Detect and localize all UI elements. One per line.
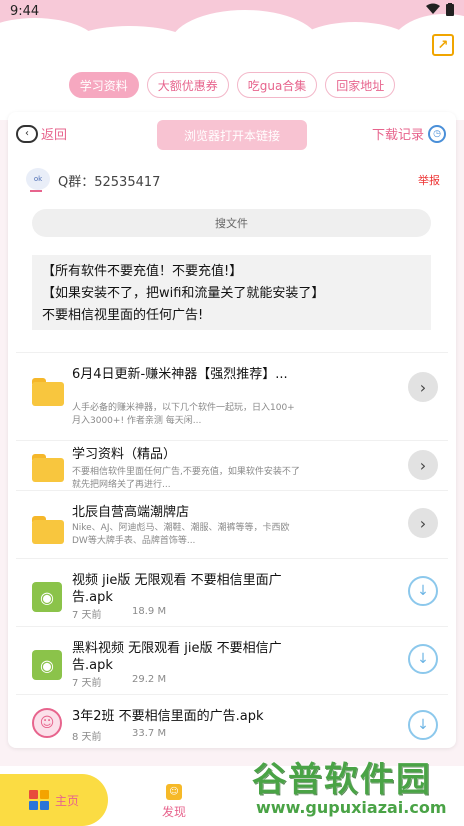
item-date: 7 天前 (72, 678, 102, 689)
back-button[interactable]: ‹ 返回 (16, 124, 67, 143)
divider (16, 694, 448, 695)
divider (16, 558, 448, 559)
battery-icon (446, 2, 454, 20)
item-size: 29.2 M (132, 674, 167, 685)
item-description: 不要相信软件里面任何广告,不要充值，如果软件安装不了就先把网络关了再进行... (72, 467, 300, 490)
open-folder-button[interactable]: › (408, 372, 438, 402)
avatar: ok (26, 168, 50, 190)
folder-icon (32, 378, 64, 406)
home-grid-icon (28, 790, 49, 810)
group-info-row: ok Q群：52535417 举报 (8, 166, 456, 192)
android-icon: ◉ (32, 650, 62, 680)
item-description: Nike、AJ、阿迪彪马、潮鞋、潮服、潮裤等等，卡西欧DW等大牌手表、品牌首饰等… (72, 523, 290, 546)
back-label: 返回 (41, 128, 68, 143)
list-item[interactable]: 学习资料（精品） 不要相信软件里面任何广告,不要充值，如果软件安装不了就先把网络… (8, 430, 456, 498)
nav-discover-label: 发现 (161, 805, 186, 819)
item-title: 北辰自营高端潮牌店 (72, 505, 190, 520)
report-button[interactable]: 举报 (418, 172, 440, 188)
notice-box: 【所有软件不要充值！不要充值!】 【如果安装不了，把wifi和流量关了就能安装了… (32, 255, 431, 330)
watermark-logo: 谷普软件园 www.gupuxiazai.com (252, 752, 460, 820)
download-button[interactable]: ↓ (408, 710, 438, 740)
list-item[interactable]: ☺ 3年2班 不要相信里面的广告.apk 8 天前 33.7 M ↓ (8, 702, 456, 748)
download-history-button[interactable]: 下载记录 ◷ (372, 124, 446, 143)
tab-home-address[interactable]: 回家地址 (325, 72, 396, 98)
avatar-underline (30, 190, 42, 192)
item-date: 7 天前 (72, 610, 102, 621)
open-folder-button[interactable]: › (408, 450, 438, 480)
divider (16, 490, 448, 491)
item-size: 33.7 M (132, 728, 167, 739)
item-title: 6月4日更新-赚米神器【强烈推荐】... (72, 367, 288, 382)
tab-coupons[interactable]: 大额优惠券 (146, 72, 229, 98)
back-arrow-icon: ‹ (16, 124, 38, 143)
download-button[interactable]: ↓ (408, 644, 438, 674)
file-list-card: ‹ 返回 浏览器打开本链接 下载记录 ◷ ok Q群：52535417 举报 搜… (8, 112, 456, 748)
status-bar: 9:44 (0, 0, 464, 22)
folder-icon (32, 516, 64, 544)
download-button[interactable]: ↓ (408, 576, 438, 606)
app-logo-icon: ☺ (32, 708, 62, 738)
open-in-browser-button[interactable]: 浏览器打开本链接 (157, 120, 307, 150)
clock-icon: ◷ (428, 124, 446, 143)
share-icon[interactable]: ↗ (432, 34, 454, 56)
android-icon: ◉ (32, 582, 62, 612)
item-title: 学习资料（精品） (72, 447, 177, 462)
tab-study-materials[interactable]: 学习资料 (68, 72, 139, 98)
watermark-title: 谷普软件园 (252, 760, 432, 800)
item-title: 3年2班 不要相信里面的广告.apk (72, 709, 264, 724)
item-title: 黑料视频 无限观看 jie版 不要相信广告.apk (72, 641, 282, 673)
folder-icon (32, 454, 64, 482)
discover-icon: ☺ (166, 784, 182, 800)
nav-home[interactable]: 主页 (0, 774, 108, 826)
qq-group-label: Q群：52535417 (58, 175, 161, 190)
open-folder-button[interactable]: › (408, 508, 438, 538)
search-input[interactable]: 搜文件 (32, 209, 431, 237)
item-description: 人手必备的赚米神器，以下几个软件一起玩，日入100+ 月入3000+! 作者亲测… (72, 403, 295, 426)
notice-line: 【所有软件不要充值！不要充值!】 (42, 264, 243, 279)
card-nav: ‹ 返回 浏览器打开本链接 下载记录 ◷ (8, 120, 456, 150)
divider (16, 352, 448, 353)
nav-discover[interactable]: ☺ 发现 (158, 784, 190, 820)
list-item[interactable]: 6月4日更新-赚米神器【强烈推荐】... 人手必备的赚米神器，以下几个软件一起玩… (8, 362, 456, 430)
notice-line: 【如果安装不了，把wifi和流量关了就能安装了】 (42, 286, 325, 301)
top-tabs: 学习资料 大额优惠券 吃gua合集 回家地址 (0, 72, 464, 98)
nav-home-label: 主页 (54, 793, 79, 808)
status-time: 9:44 (10, 3, 40, 19)
item-title: 视频 jie版 无限观看 不要相信里面广告.apk (72, 573, 282, 605)
watermark-url: www.gupuxiazai.com (256, 798, 447, 817)
download-history-label: 下载记录 (371, 128, 424, 143)
wifi-icon (426, 3, 440, 19)
divider (16, 626, 448, 627)
notice-line: 不要相信视里面的任何广告! (42, 308, 204, 323)
item-size: 18.9 M (132, 606, 167, 617)
tab-gossip[interactable]: 吃gua合集 (236, 72, 318, 98)
item-date: 8 天前 (72, 732, 102, 743)
